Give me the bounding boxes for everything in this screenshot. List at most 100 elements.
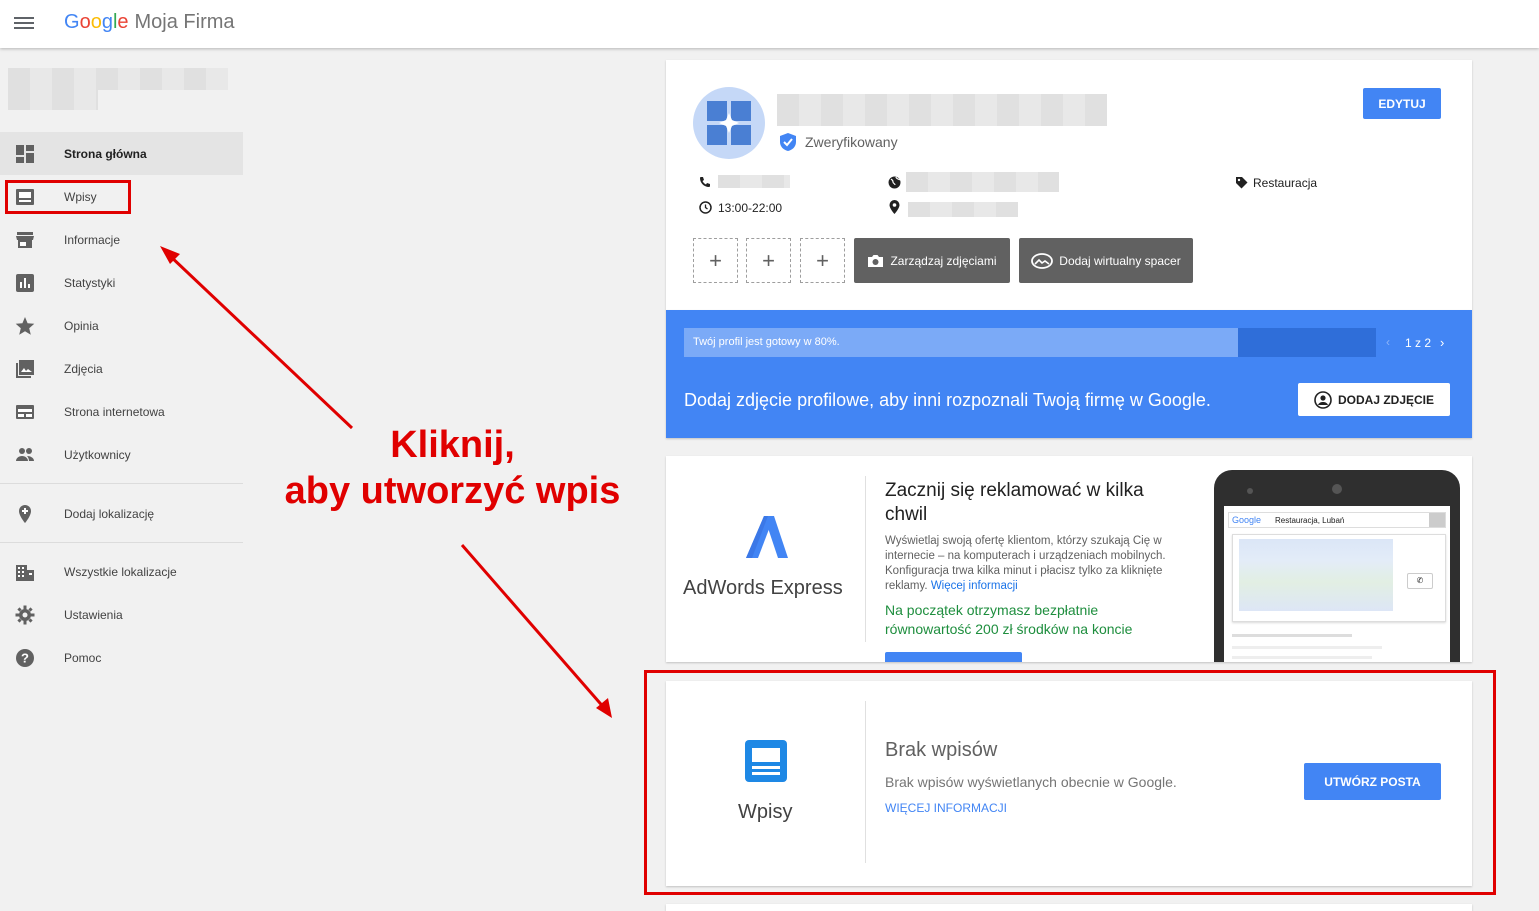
sidebar-item-add-location[interactable]: Dodaj lokalizację xyxy=(0,492,243,535)
sidebar-divider xyxy=(0,483,243,484)
business-logo-icon xyxy=(707,101,751,145)
adwords-body: Wyświetlaj swoją ofertę klientom, którzy… xyxy=(885,534,1187,594)
sidebar-item-label: Statystyki xyxy=(64,275,116,290)
address-redacted xyxy=(908,202,1018,217)
sidebar-item-label: Wszystkie lokalizacje xyxy=(64,564,177,579)
sidebar-item-label: Pomoc xyxy=(64,650,102,665)
chart-icon xyxy=(16,273,34,292)
annotation-line: Kliknij, xyxy=(390,424,515,466)
phone-search-icon xyxy=(1429,513,1445,527)
phone-camera xyxy=(1332,484,1342,494)
adwords-body-text: Wyświetlaj swoją ofertę klientom, którzy… xyxy=(885,535,1166,592)
progress-text: Twój profil jest gotowy w 80%. xyxy=(693,336,840,348)
add-photo-button[interactable]: DODAJ ZDJĘCIE xyxy=(1298,383,1450,416)
phone-text-line xyxy=(1232,656,1372,659)
business-name-redacted xyxy=(8,68,228,90)
phone-google-logo: Google xyxy=(1232,515,1262,525)
manage-photos-label: Zarządzaj zdjęciami xyxy=(890,253,997,268)
sidebar-item-help[interactable]: ? Pomoc xyxy=(0,636,243,679)
business-avatar[interactable] xyxy=(693,87,765,159)
progress-prompt: Dodaj zdjęcie profilowe, aby inni rozpoz… xyxy=(684,390,1211,410)
verified-label: Zweryfikowany xyxy=(805,134,898,150)
add-photo-label: DODAJ ZDJĘCIE xyxy=(1337,392,1435,407)
adwords-title: Zacznij się reklamować w kilka chwil xyxy=(885,480,1144,525)
sidebar-item-label: Użytkownicy xyxy=(64,447,131,462)
app-logo[interactable]: Google Moja Firma xyxy=(64,11,235,34)
website-url-redacted xyxy=(906,172,1059,192)
annotation-highlight-sidebar xyxy=(5,180,131,214)
logo-letter: G xyxy=(64,11,80,33)
add-photo-slot[interactable]: + xyxy=(746,238,791,283)
sidebar: Strona główna Wpisy Informacje Statystyk… xyxy=(0,48,243,911)
globe-icon xyxy=(888,176,901,189)
phone-search-query: Restauracja, Lubań xyxy=(1275,516,1345,525)
phone-icon xyxy=(700,177,710,187)
verified-shield-icon xyxy=(780,133,796,151)
adwords-promo: Na początek otrzymasz bezpłatnie równowa… xyxy=(885,602,1133,637)
annotation-line: aby utworzyć wpis xyxy=(284,470,621,512)
gear-icon xyxy=(15,605,35,624)
sidebar-item-photos[interactable]: Zdjęcia xyxy=(0,347,243,390)
pager-label: 1 z 2 xyxy=(1405,336,1432,350)
business-title-redacted xyxy=(777,94,1107,126)
people-icon xyxy=(16,447,34,461)
logo-letter: o xyxy=(90,11,102,33)
adwords-brand: AdWords Express xyxy=(683,577,843,599)
adwords-card: AdWords Express Zacznij się reklamować w… xyxy=(666,456,1472,662)
add-location-icon xyxy=(19,504,31,523)
sidebar-item-reviews[interactable]: Opinia xyxy=(0,304,243,347)
card-divider xyxy=(865,476,866,642)
logo-letter: e xyxy=(117,11,129,33)
phone-call-icon: ✆ xyxy=(1407,573,1433,589)
adwords-logo-icon xyxy=(746,516,788,558)
virtual-tour-label: Dodaj wirtualny spacer xyxy=(1059,253,1181,268)
chevron-left-icon[interactable]: ‹ xyxy=(1386,335,1390,349)
tag-icon xyxy=(1236,177,1248,189)
manage-photos-button[interactable]: Zarządzaj zdjęciami xyxy=(854,238,1010,283)
sidebar-item-label: Strona główna xyxy=(64,146,147,161)
arrowhead-posts xyxy=(596,698,612,718)
sidebar-item-home[interactable]: Strona główna xyxy=(0,132,243,175)
help-icon: ? xyxy=(16,648,34,667)
sidebar-divider xyxy=(0,542,243,543)
sidebar-item-label: Strona internetowa xyxy=(64,404,165,419)
profile-card: Zweryfikowany EDYTUJ 13:00-22:00 Restaur… xyxy=(666,60,1472,310)
adwords-start-button[interactable] xyxy=(885,652,1022,662)
phone-result-card: ✆ xyxy=(1232,534,1446,622)
add-photo-slot[interactable]: + xyxy=(800,238,845,283)
edit-button[interactable]: EDYTUJ xyxy=(1363,88,1441,119)
top-bar: Google Moja Firma xyxy=(0,0,1539,48)
sidebar-item-info[interactable]: Informacje xyxy=(0,218,243,261)
star-icon xyxy=(15,316,35,335)
virtual-tour-button[interactable]: Dodaj wirtualny spacer xyxy=(1019,238,1193,283)
store-icon xyxy=(16,231,34,248)
annotation-text: Kliknij, aby utworzyć wpis xyxy=(255,422,650,514)
sidebar-item-label: Ustawienia xyxy=(64,607,123,622)
chevron-right-icon[interactable]: › xyxy=(1440,335,1444,350)
sidebar-item-label: Informacje xyxy=(64,232,121,247)
menu-icon[interactable] xyxy=(14,14,34,32)
sidebar-item-users[interactable]: Użytkownicy xyxy=(0,433,243,476)
next-card xyxy=(666,904,1472,911)
add-photo-slot[interactable]: + xyxy=(693,238,738,283)
dashboard-icon xyxy=(16,144,34,163)
phone-text-line xyxy=(1232,634,1352,637)
progress-track: Twój profil jest gotowy w 80%. xyxy=(684,328,1376,357)
phone-sensor xyxy=(1247,488,1253,494)
sidebar-item-label: Dodaj lokalizację xyxy=(64,506,155,521)
phone-screen: Google Restauracja, Lubań ✆ xyxy=(1224,506,1450,662)
adwords-more-link[interactable]: Więcej informacji xyxy=(931,580,1018,592)
phone-search-bar: Google Restauracja, Lubań xyxy=(1228,512,1446,528)
website-icon xyxy=(16,404,34,419)
annotation-highlight-posts xyxy=(644,670,1496,895)
sidebar-item-label: Opinia xyxy=(64,318,99,333)
sidebar-item-website[interactable]: Strona internetowa xyxy=(0,390,243,433)
sidebar-item-label: Zdjęcia xyxy=(64,361,103,376)
sidebar-item-settings[interactable]: Ustawienia xyxy=(0,593,243,636)
business-address-redacted xyxy=(8,90,98,110)
sidebar-item-stats[interactable]: Statystyki xyxy=(0,261,243,304)
photo-icon xyxy=(16,359,34,378)
sidebar-item-all-locations[interactable]: Wszystkie lokalizacje xyxy=(0,550,243,593)
clock-icon xyxy=(699,201,712,214)
product-name: Moja Firma xyxy=(134,11,235,33)
